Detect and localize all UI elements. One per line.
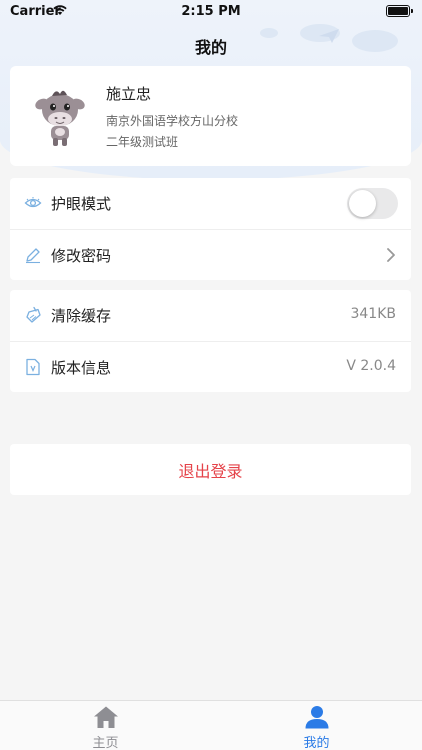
- version-label: 版本信息: [51, 359, 112, 377]
- eye-icon: [24, 197, 42, 208]
- logout-label: 退出登录: [178, 462, 243, 481]
- tab-bar: 主页 我的: [0, 700, 422, 750]
- clock-time: 2:15 PM: [181, 4, 241, 19]
- home-icon: [94, 706, 118, 728]
- battery-icon: [386, 5, 413, 17]
- info-group: 清除缓存 341KB 版本信息 V 2.0.4: [10, 290, 411, 392]
- tab-mine-label: 我的: [303, 736, 330, 750]
- clear-cache-label: 清除缓存: [51, 307, 112, 325]
- chevron-right-icon: [387, 248, 395, 262]
- tab-home-label: 主页: [92, 736, 119, 750]
- pencil-icon: [26, 248, 40, 264]
- version-row: 版本信息 V 2.0.4: [10, 341, 411, 392]
- broom-icon: [26, 306, 41, 323]
- student-name: 施立忠: [106, 85, 152, 103]
- version-file-icon: [26, 358, 40, 376]
- toggle-knob: [349, 190, 376, 217]
- clear-cache-row[interactable]: 清除缓存 341KB: [10, 290, 411, 341]
- donkey-avatar-icon: [35, 90, 85, 146]
- page-title: 我的: [194, 38, 227, 57]
- version-value: V 2.0.4: [346, 358, 396, 374]
- logout-button[interactable]: 退出登录: [10, 444, 411, 495]
- eye-care-row: 护眼模式: [10, 178, 411, 229]
- eye-care-label: 护眼模式: [51, 195, 112, 213]
- user-icon: [305, 706, 329, 729]
- school-name: 南京外国语学校方山分校: [106, 114, 239, 128]
- tab-mine[interactable]: 我的: [211, 701, 422, 750]
- change-password-row[interactable]: 修改密码: [10, 229, 411, 280]
- profile-card[interactable]: 施立忠 南京外国语学校方山分校 二年级测试班: [10, 66, 411, 166]
- eye-care-toggle[interactable]: [347, 188, 398, 219]
- tab-home[interactable]: 主页: [0, 701, 211, 750]
- status-bar: Carrier 2:15 PM: [0, 0, 422, 24]
- class-name: 二年级测试班: [106, 135, 179, 149]
- settings-group: 护眼模式 修改密码: [10, 178, 411, 280]
- change-password-label: 修改密码: [51, 247, 112, 265]
- cache-size-value: 341KB: [350, 306, 396, 322]
